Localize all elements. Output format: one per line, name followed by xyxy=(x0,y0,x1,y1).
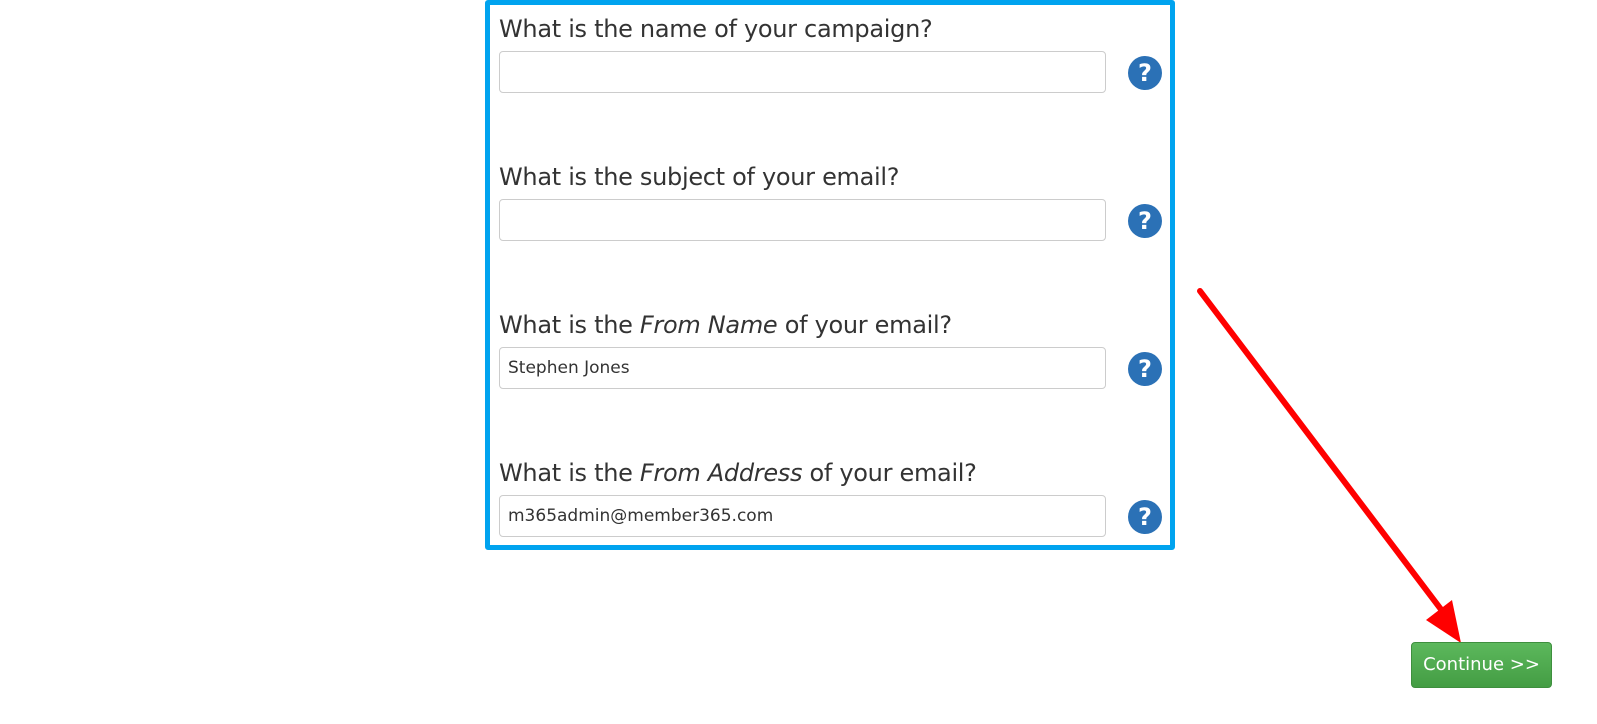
from-address-label-suffix: of your email? xyxy=(802,459,977,487)
from-name-row: ? xyxy=(499,347,1167,391)
question-circle-icon[interactable]: ? xyxy=(1128,352,1162,386)
from-name-label-prefix: What is the xyxy=(499,311,640,339)
from-address-label: What is the From Address of your email? xyxy=(499,457,1167,489)
question-circle-icon[interactable]: ? xyxy=(1128,500,1162,534)
from-name-field: What is the From Name of your email? ? xyxy=(499,309,1167,391)
from-address-field: What is the From Address of your email? … xyxy=(499,457,1167,539)
from-name-input[interactable] xyxy=(499,347,1106,389)
annotation-arrow-head xyxy=(1426,600,1461,643)
from-name-label-suffix: of your email? xyxy=(777,311,952,339)
question-circle-icon[interactable]: ? xyxy=(1128,204,1162,238)
question-circle-icon[interactable]: ? xyxy=(1128,56,1162,90)
from-name-label: What is the From Name of your email? xyxy=(499,309,1167,341)
campaign-name-label: What is the name of your campaign? xyxy=(499,15,933,43)
annotation-arrow-shaft xyxy=(1197,288,1449,619)
from-address-input[interactable] xyxy=(499,495,1106,537)
campaign-name-row: ? xyxy=(499,51,1167,95)
from-address-label-prefix: What is the xyxy=(499,459,640,487)
email-subject-field: What is the subject of your email? ? xyxy=(499,161,1167,243)
from-address-label-emphasis: From Address xyxy=(639,459,803,487)
continue-button[interactable]: Continue >> xyxy=(1411,642,1552,688)
from-address-row: ? xyxy=(499,495,1167,539)
page: What is the name of your campaign? ? Wha… xyxy=(0,0,1597,724)
email-subject-input[interactable] xyxy=(499,199,1106,241)
campaign-details-form: What is the name of your campaign? ? Wha… xyxy=(485,0,1175,550)
campaign-name-field: What is the name of your campaign? ? xyxy=(499,13,1167,95)
email-subject-label: What is the subject of your email? xyxy=(499,163,900,191)
from-name-label-emphasis: From Name xyxy=(639,311,778,339)
email-subject-row: ? xyxy=(499,199,1167,243)
campaign-name-input[interactable] xyxy=(499,51,1106,93)
